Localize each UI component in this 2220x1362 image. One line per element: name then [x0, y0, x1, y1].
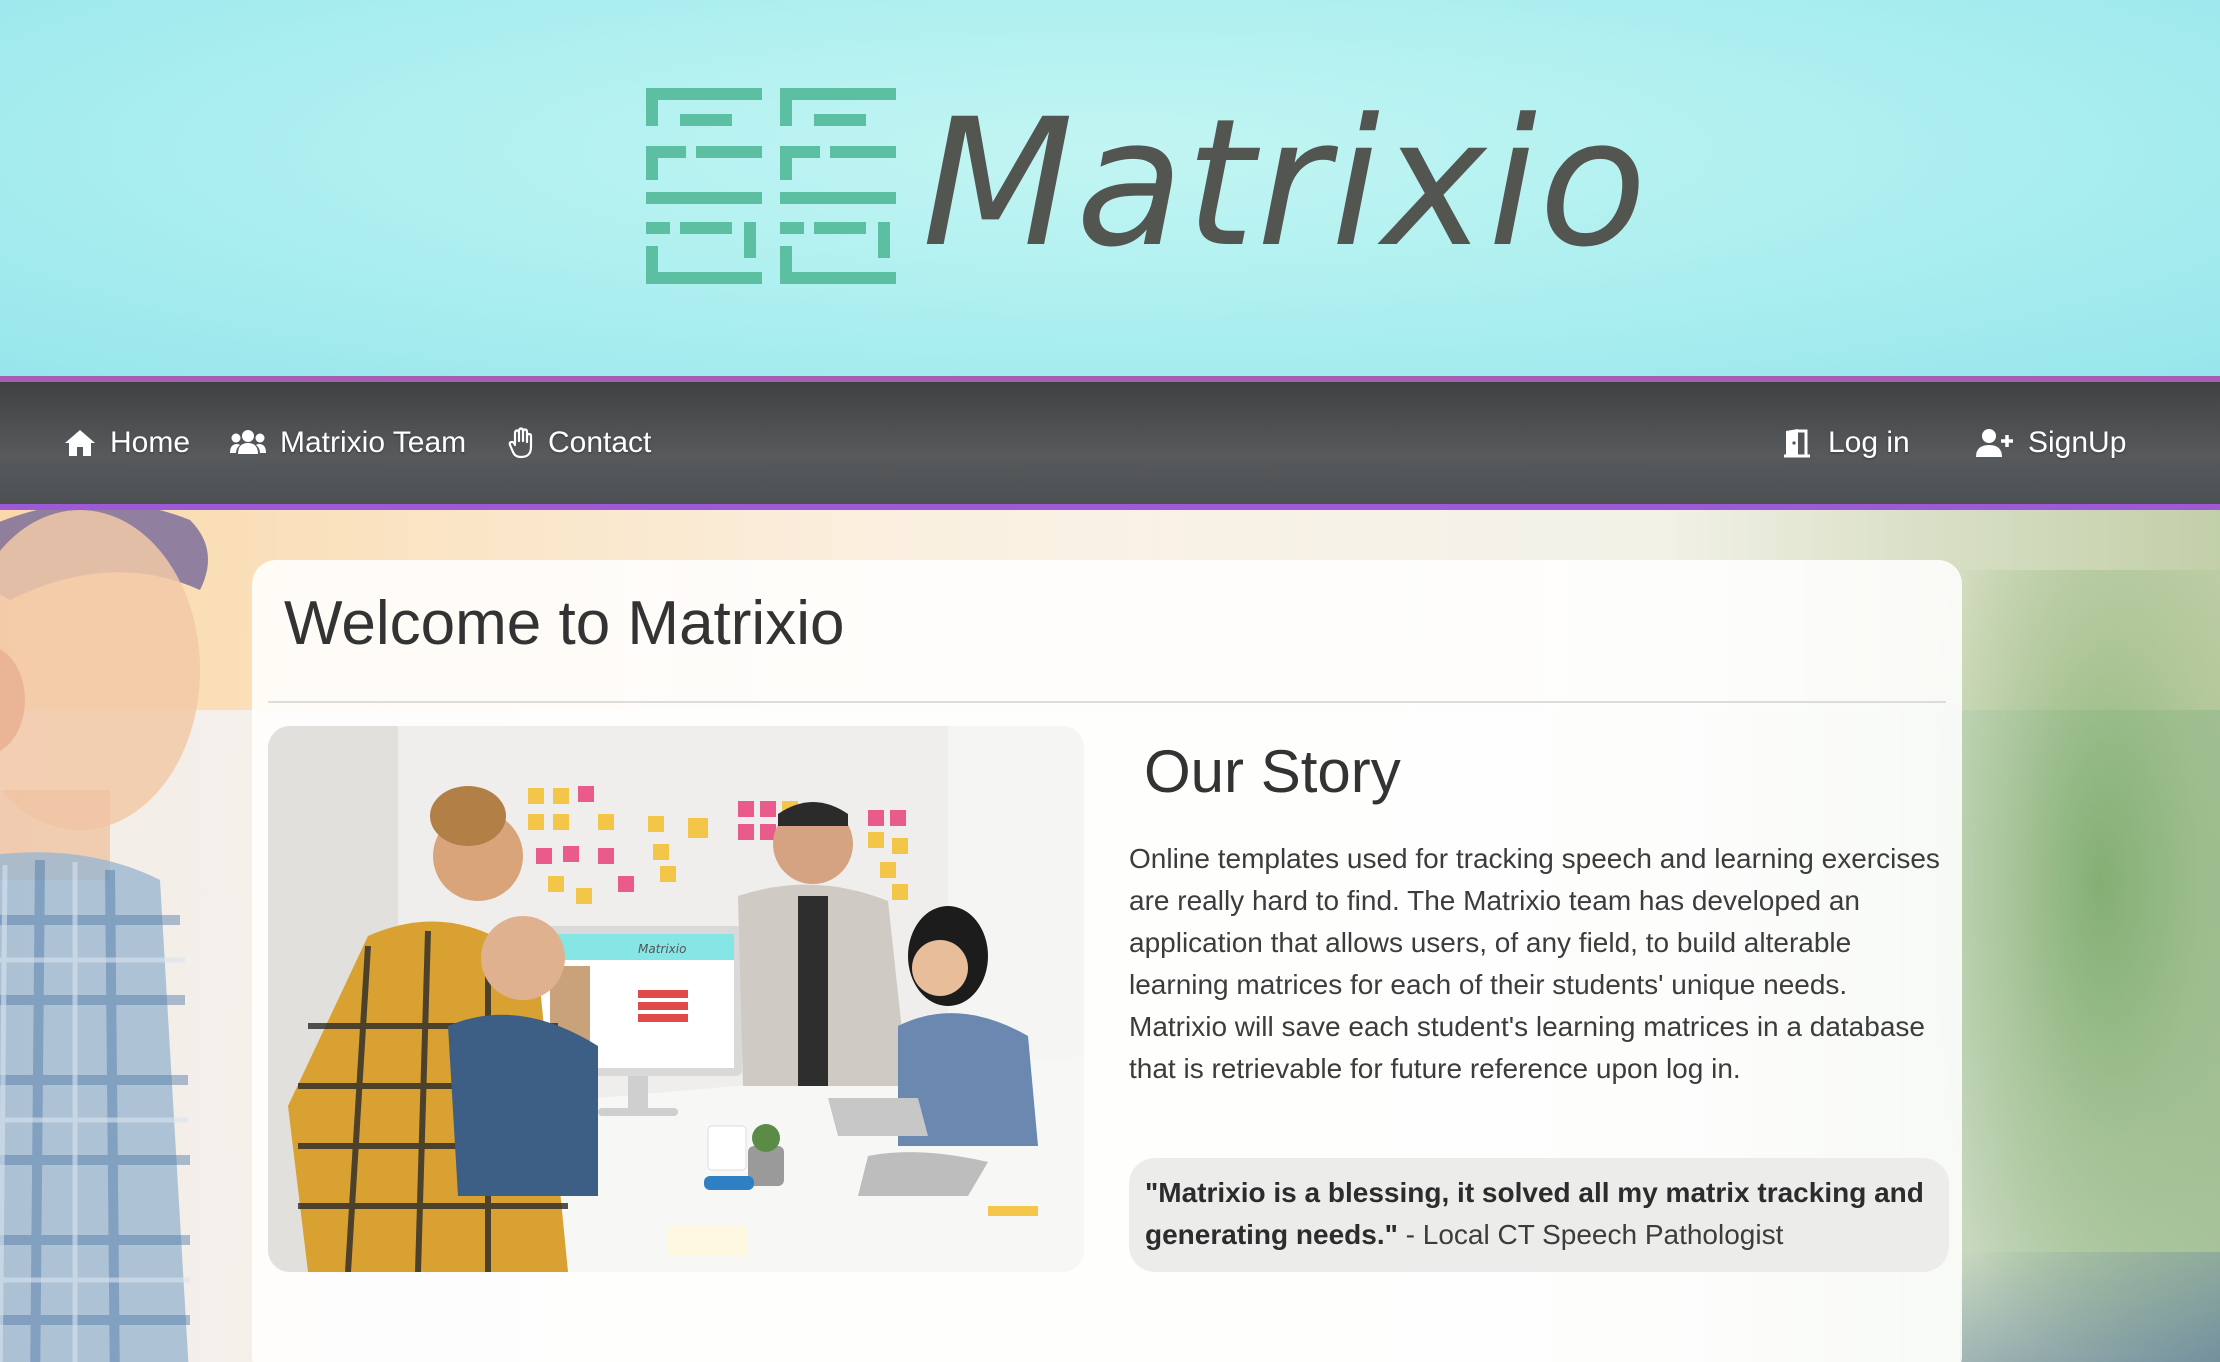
nav-login-label: Log in — [1828, 426, 1910, 459]
site-header: Matrixio — [0, 0, 2220, 376]
nav-contact-link[interactable]: Contact — [508, 382, 651, 504]
nav-team-link[interactable]: Matrixio Team — [230, 382, 466, 504]
page-title: Welcome to Matrixio — [284, 589, 845, 658]
divider — [268, 701, 1946, 703]
story-body: Online templates used for tracking speec… — [1129, 843, 1940, 1084]
nav-home-label: Home — [110, 426, 191, 459]
brand-name: Matrixio — [922, 81, 1649, 286]
welcome-card: Welcome to Matrixio Matrixio Our Story O… — [252, 560, 1962, 1362]
monitor-brand: Matrixio — [638, 942, 686, 956]
door-icon — [1784, 429, 1810, 458]
home-icon — [65, 430, 95, 456]
story-heading: Our Story — [1144, 738, 1401, 805]
team-photo-illustration: Matrixio — [268, 726, 1084, 1272]
nav-login-link[interactable]: Log in — [1780, 382, 1910, 504]
child-illustration — [0, 510, 209, 1362]
team-photo: Matrixio — [268, 726, 1084, 1272]
hand-icon — [508, 427, 533, 459]
main-navbar: Home Matrixio Team Contact Log in SignUp — [0, 376, 2220, 510]
quote-source: - Local CT Speech Pathologist — [1397, 1219, 1784, 1250]
matrix-grid-logo-icon — [646, 88, 896, 284]
nav-signup-label: SignUp — [2028, 426, 2127, 459]
brand-logo[interactable]: Matrixio — [646, 84, 1647, 288]
nav-home-link[interactable]: Home — [64, 382, 190, 504]
testimonial-quote: "Matrixio is a blessing, it solved all m… — [1129, 1158, 1949, 1272]
nav-contact-label: Contact — [548, 426, 652, 459]
users-icon — [230, 430, 266, 454]
nav-team-label: Matrixio Team — [280, 426, 467, 459]
user-plus-icon — [1976, 429, 2013, 457]
nav-signup-link[interactable]: SignUp — [1976, 382, 2126, 504]
